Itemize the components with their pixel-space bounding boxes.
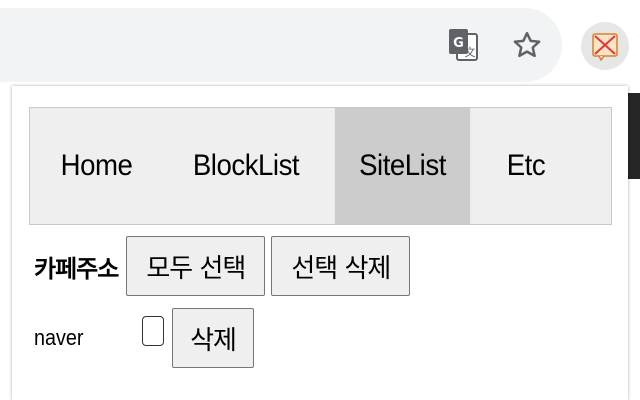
list-item: naver 삭제	[34, 308, 254, 368]
tab-etc[interactable]: Etc	[480, 108, 572, 224]
delete-selected-button[interactable]: 선택 삭제	[271, 236, 411, 296]
tab-home[interactable]: Home	[35, 108, 157, 224]
tab-blocklist[interactable]: BlockList	[170, 108, 323, 224]
site-name: naver	[34, 325, 84, 350]
svg-text:G: G	[453, 36, 464, 51]
tab-sitelist[interactable]: SiteList	[334, 108, 471, 224]
cafe-address-label: 카페주소	[34, 255, 119, 283]
tab-bar: Home BlockList SiteList Etc	[29, 107, 612, 225]
extension-popup: Home BlockList SiteList Etc 카페주소 모두 선택 선…	[12, 86, 628, 400]
google-translate-icon[interactable]: G 文	[447, 27, 479, 63]
svg-text:文: 文	[465, 45, 476, 59]
delete-button[interactable]: 삭제	[172, 308, 254, 368]
site-checkbox[interactable]	[142, 316, 164, 346]
bookmark-star-icon[interactable]	[508, 26, 546, 64]
select-all-button[interactable]: 모두 선택	[126, 236, 266, 296]
page-dark-strip	[628, 93, 640, 179]
extension-icon[interactable]	[581, 22, 629, 70]
sitelist-header-row: 카페주소 모두 선택 선택 삭제	[34, 236, 411, 296]
browser-toolbar: G 文	[0, 0, 640, 86]
